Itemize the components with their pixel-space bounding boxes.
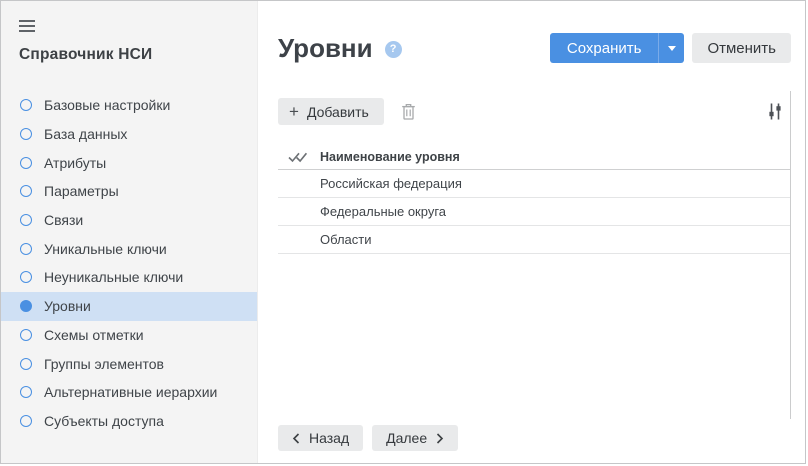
save-dropdown-button[interactable] — [658, 33, 684, 63]
sidebar-item-non-unique-keys[interactable]: Неуникальные ключи — [1, 263, 257, 292]
radio-circle-icon — [20, 386, 32, 398]
page-title: Уровни — [278, 33, 373, 64]
add-button-label: Добавить — [307, 104, 369, 120]
sidebar-item-access-subjects[interactable]: Субъекты доступа — [1, 407, 257, 436]
radio-circle-icon — [20, 271, 32, 283]
radio-circle-icon — [20, 243, 32, 255]
sidebar-item-label: Субъекты доступа — [44, 413, 164, 429]
content-area: + Добавить — [278, 91, 791, 419]
sidebar-item-label: Альтернативные иерархии — [44, 384, 217, 400]
sidebar: Справочник НСИ Базовые настройки База да… — [1, 1, 258, 463]
header-actions: Сохранить Отменить — [550, 33, 791, 63]
hamburger-bar — [19, 30, 35, 32]
sidebar-item-parameters[interactable]: Параметры — [1, 177, 257, 206]
sidebar-item-unique-keys[interactable]: Уникальные ключи — [1, 234, 257, 263]
radio-circle-icon — [20, 157, 32, 169]
radio-circle-icon — [20, 128, 32, 140]
filter-settings-button[interactable] — [767, 103, 783, 120]
table-row[interactable]: Области — [278, 226, 790, 254]
table-header-row: Наименование уровня — [278, 145, 790, 170]
sidebar-item-label: Атрибуты — [44, 155, 106, 171]
plus-icon: + — [289, 103, 299, 120]
radio-circle-icon — [20, 358, 32, 370]
app-window: Справочник НСИ Базовые настройки База да… — [0, 0, 806, 464]
back-button[interactable]: Назад — [278, 425, 363, 451]
sidebar-item-database[interactable]: База данных — [1, 120, 257, 149]
sidebar-item-attributes[interactable]: Атрибуты — [1, 148, 257, 177]
radio-circle-icon — [20, 300, 32, 312]
sidebar-item-label: Связи — [44, 212, 83, 228]
sidebar-item-base-settings[interactable]: Базовые настройки — [1, 91, 257, 120]
sidebar-item-mark-schemes[interactable]: Схемы отметки — [1, 321, 257, 350]
save-split-button: Сохранить — [550, 33, 685, 63]
toolbar: + Добавить — [278, 98, 790, 125]
cancel-button[interactable]: Отменить — [692, 33, 791, 63]
sidebar-item-label: Уникальные ключи — [44, 241, 167, 257]
sidebar-item-label: Схемы отметки — [44, 327, 144, 343]
sidebar-item-label: Параметры — [44, 183, 119, 199]
radio-circle-icon — [20, 99, 32, 111]
sidebar-item-links[interactable]: Связи — [1, 206, 257, 235]
chevron-left-icon — [292, 433, 300, 444]
sidebar-item-label: Уровни — [44, 298, 91, 314]
sidebar-title: Справочник НСИ — [19, 46, 257, 64]
main-content: Уровни ? Сохранить Отменить + Добавить — [258, 1, 805, 463]
chevron-right-icon — [436, 433, 444, 444]
sidebar-item-alternative-hierarchies[interactable]: Альтернативные иерархии — [1, 378, 257, 407]
select-all-column[interactable] — [278, 152, 320, 163]
delete-button[interactable] — [401, 103, 416, 120]
sidebar-item-label: Неуникальные ключи — [44, 269, 183, 285]
add-button[interactable]: + Добавить — [278, 98, 384, 125]
sidebar-item-label: База данных — [44, 126, 127, 142]
radio-circle-icon — [20, 185, 32, 197]
sidebar-item-levels[interactable]: Уровни — [1, 292, 257, 321]
sidebar-item-element-groups[interactable]: Группы элементов — [1, 349, 257, 378]
sliders-filter-icon — [767, 103, 783, 120]
hamburger-menu-icon[interactable] — [19, 20, 35, 32]
hamburger-bar — [19, 20, 35, 22]
table-row[interactable]: Российская федерация — [278, 170, 790, 198]
sidebar-item-label: Группы элементов — [44, 356, 164, 372]
chevron-down-icon — [668, 46, 676, 51]
back-button-label: Назад — [309, 430, 349, 446]
radio-circle-icon — [20, 329, 32, 341]
levels-table: Наименование уровня Российская федерация… — [278, 145, 790, 254]
next-button-label: Далее — [386, 430, 427, 446]
help-icon[interactable]: ? — [385, 41, 402, 58]
page-header: Уровни ? Сохранить Отменить — [278, 31, 791, 65]
next-button[interactable]: Далее — [372, 425, 458, 451]
double-check-icon — [288, 152, 307, 163]
save-button[interactable]: Сохранить — [550, 33, 659, 63]
sidebar-menu: Базовые настройки База данных Атрибуты П… — [1, 91, 257, 435]
radio-circle-icon — [20, 214, 32, 226]
column-header-level-name[interactable]: Наименование уровня — [320, 150, 460, 164]
sidebar-item-label: Базовые настройки — [44, 97, 170, 113]
footer-navigation: Назад Далее — [278, 425, 791, 451]
trash-icon — [401, 103, 416, 120]
hamburger-bar — [19, 25, 35, 27]
table-row[interactable]: Федеральные округа — [278, 198, 790, 226]
radio-circle-icon — [20, 415, 32, 427]
